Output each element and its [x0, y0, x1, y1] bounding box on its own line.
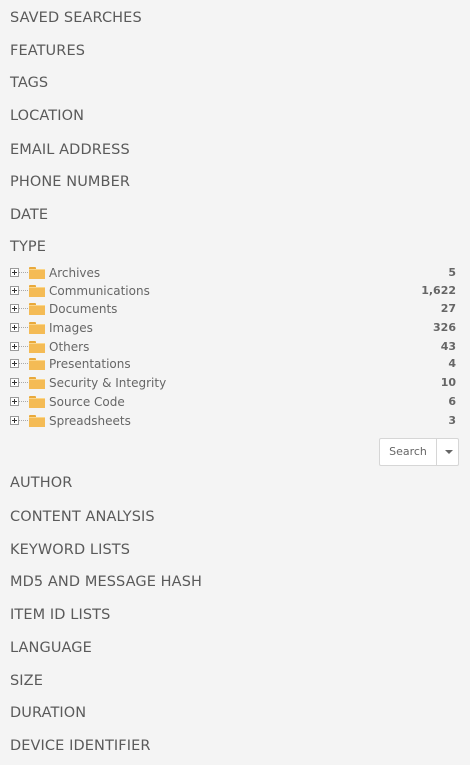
- section-phone-number[interactable]: PHONE NUMBER: [10, 174, 130, 190]
- folder-icon: [29, 341, 45, 353]
- tree-item-presentations[interactable]: Presentations 4: [10, 356, 456, 374]
- tree-item-count: 1,622: [421, 284, 456, 297]
- tree-item-label[interactable]: Security & Integrity: [49, 376, 166, 390]
- tree-connector: [19, 420, 28, 421]
- section-tags[interactable]: TAGS: [10, 75, 48, 91]
- tree-item-security-integrity[interactable]: Security & Integrity 10: [10, 375, 456, 393]
- section-saved-searches[interactable]: SAVED SEARCHES: [10, 10, 142, 26]
- section-date[interactable]: DATE: [10, 207, 48, 223]
- folder-icon: [29, 303, 45, 315]
- tree-item-label[interactable]: Presentations: [49, 357, 131, 371]
- search-split-button: Search: [379, 438, 459, 466]
- expand-icon[interactable]: [10, 397, 19, 406]
- tree-item-others[interactable]: Others 43: [10, 339, 456, 357]
- expand-icon[interactable]: [10, 416, 19, 425]
- section-location[interactable]: LOCATION: [10, 108, 84, 124]
- folder-icon: [29, 377, 45, 389]
- folder-icon: [29, 285, 45, 297]
- section-author[interactable]: AUTHOR: [10, 475, 72, 491]
- tree-item-count: 10: [440, 376, 456, 389]
- tree-item-communications[interactable]: Communications 1,622: [10, 283, 456, 301]
- tree-item-count: 3: [448, 414, 456, 427]
- tree-connector: [19, 401, 28, 402]
- tree-connector: [19, 327, 28, 328]
- tree-item-documents[interactable]: Documents 27: [10, 301, 456, 319]
- expand-icon[interactable]: [10, 359, 19, 368]
- folder-icon: [29, 415, 45, 427]
- tree-item-label[interactable]: Images: [49, 321, 93, 335]
- section-device-identifier[interactable]: DEVICE IDENTIFIER: [10, 738, 151, 754]
- expand-icon[interactable]: [10, 342, 19, 351]
- tree-item-label[interactable]: Source Code: [49, 395, 125, 409]
- tree-connector: [19, 308, 28, 309]
- section-duration[interactable]: DURATION: [10, 705, 86, 721]
- tree-connector: [19, 290, 28, 291]
- tree-item-archives[interactable]: Archives 5: [10, 265, 456, 283]
- tree-connector: [19, 346, 28, 347]
- tree-item-spreadsheets[interactable]: Spreadsheets 3: [10, 413, 456, 431]
- tree-item-source-code[interactable]: Source Code 6: [10, 394, 456, 412]
- tree-item-count: 6: [448, 395, 456, 408]
- section-type[interactable]: TYPE: [10, 239, 46, 255]
- tree-item-count: 5: [448, 266, 456, 279]
- section-content-analysis[interactable]: CONTENT ANALYSIS: [10, 509, 155, 525]
- tree-item-label[interactable]: Documents: [49, 302, 117, 316]
- tree-item-label[interactable]: Spreadsheets: [49, 414, 131, 428]
- expand-icon[interactable]: [10, 304, 19, 313]
- chevron-down-icon[interactable]: [437, 439, 458, 465]
- tree-connector: [19, 382, 28, 383]
- tree-item-count: 4: [448, 357, 456, 370]
- section-email-address[interactable]: EMAIL ADDRESS: [10, 142, 130, 158]
- section-language[interactable]: LANGUAGE: [10, 640, 92, 656]
- expand-icon[interactable]: [10, 378, 19, 387]
- section-md5-message-hash[interactable]: MD5 AND MESSAGE HASH: [10, 574, 202, 590]
- folder-icon: [29, 358, 45, 370]
- expand-icon[interactable]: [10, 286, 19, 295]
- folder-icon: [29, 322, 45, 334]
- tree-item-label[interactable]: Others: [49, 340, 89, 354]
- expand-icon[interactable]: [10, 268, 19, 277]
- expand-icon[interactable]: [10, 323, 19, 332]
- tree-item-count: 43: [440, 340, 456, 353]
- tree-item-label[interactable]: Communications: [49, 284, 150, 298]
- section-features[interactable]: FEATURES: [10, 43, 85, 59]
- section-keyword-lists[interactable]: KEYWORD LISTS: [10, 542, 130, 558]
- section-item-id-lists[interactable]: ITEM ID LISTS: [10, 607, 110, 623]
- tree-item-count: 27: [440, 302, 456, 315]
- tree-connector: [19, 363, 28, 364]
- tree-item-label[interactable]: Archives: [49, 266, 100, 280]
- tree-item-images[interactable]: Images 326: [10, 320, 456, 338]
- folder-icon: [29, 267, 45, 279]
- section-size[interactable]: SIZE: [10, 673, 43, 689]
- folder-icon: [29, 396, 45, 408]
- search-button[interactable]: Search: [380, 439, 437, 465]
- tree-connector: [19, 272, 28, 273]
- tree-item-count: 326: [433, 321, 456, 334]
